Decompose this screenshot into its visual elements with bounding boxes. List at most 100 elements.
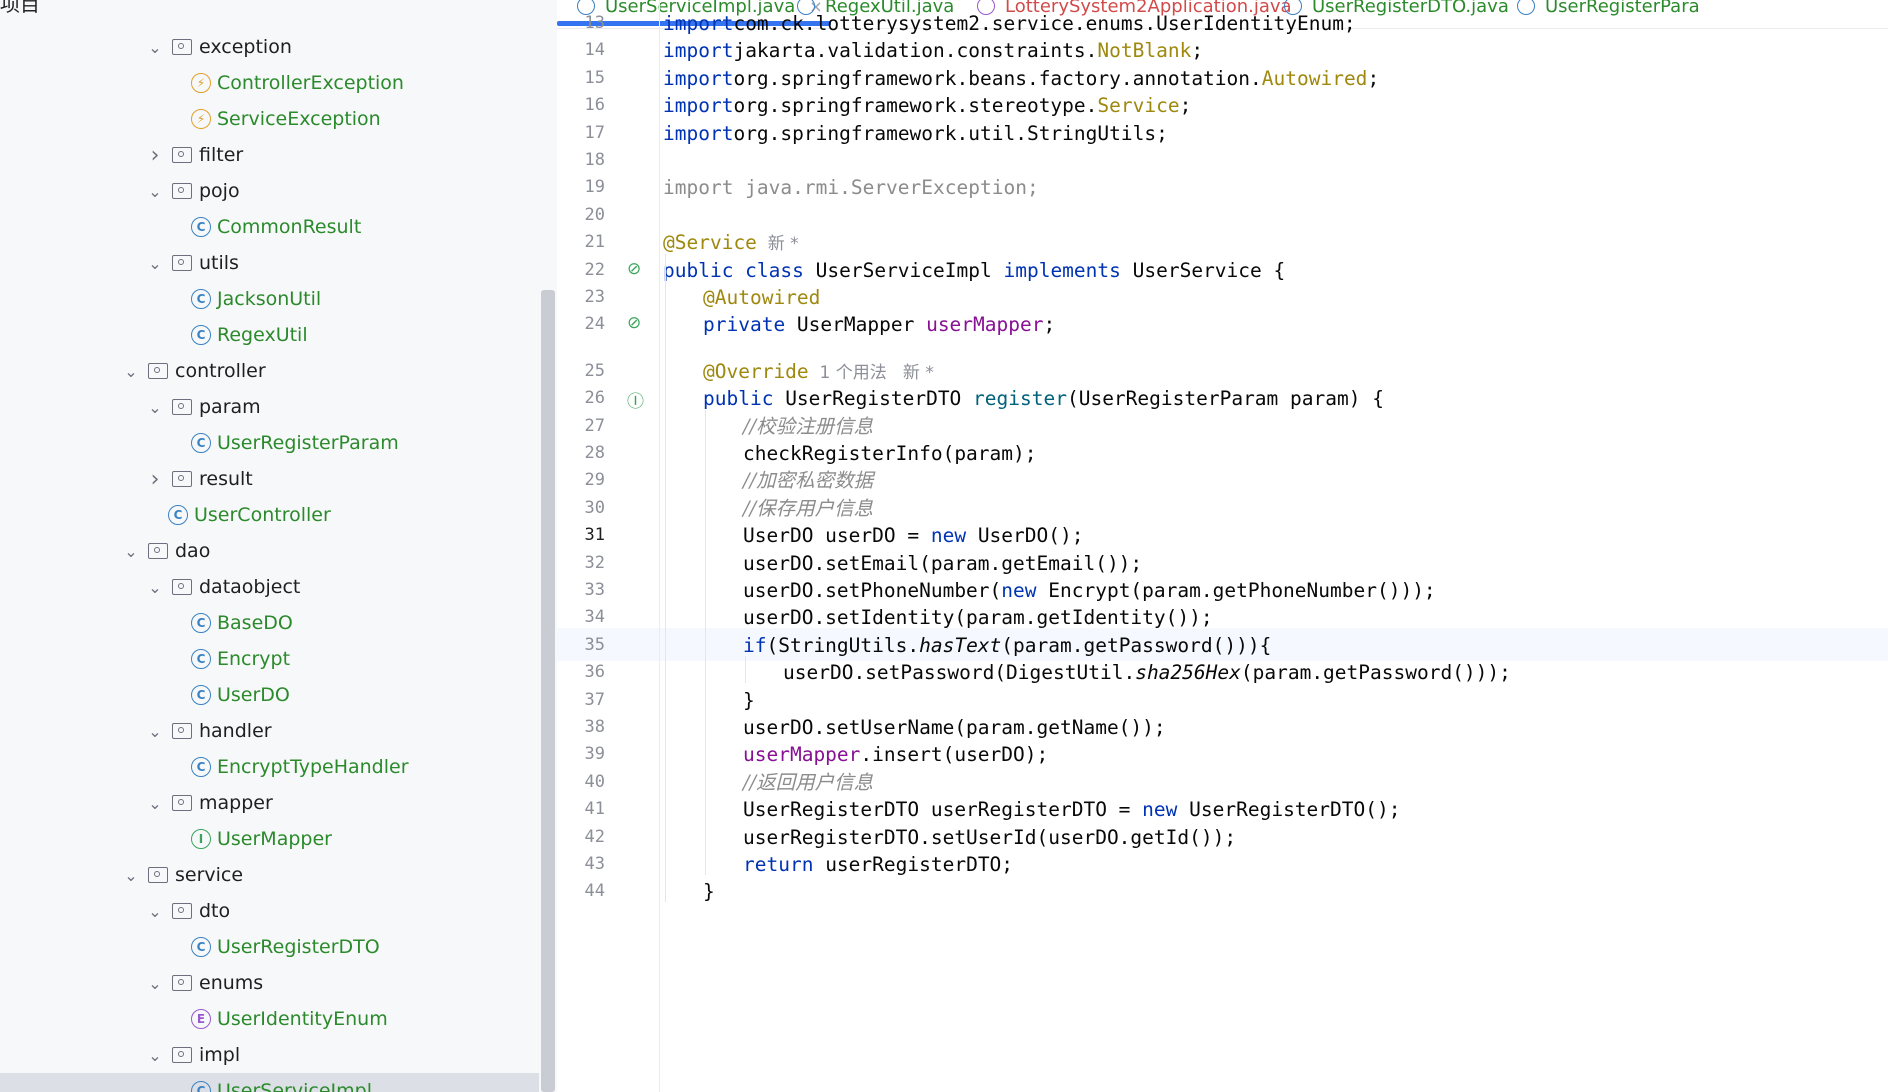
chevron-down-icon[interactable]: ⌄ — [144, 252, 166, 274]
line-number: 18 — [584, 150, 605, 170]
tree-item-label: dao — [175, 540, 211, 562]
code-line[interactable]: private UserMapper userMapper; — [703, 308, 1055, 341]
tree-folder-filter[interactable]: › filter — [0, 137, 557, 173]
editor-tab-4[interactable]: UserRegisterPara — [1517, 0, 1700, 26]
tree-file-UserMapper[interactable]: I UserMapper — [0, 821, 557, 857]
chevron-down-icon[interactable]: ⌄ — [144, 900, 166, 922]
code-editor[interactable]: UserServiceImpl.java × RegexUtil.java Lotte… — [557, 0, 1888, 1092]
tree-file-UserServiceImpl[interactable]: C UserServiceImpl — [0, 1073, 539, 1092]
implements-method-icon[interactable]: Ⓘ — [627, 387, 644, 412]
tree-item-label: ServiceException — [217, 108, 381, 130]
tree-item-label: Encrypt — [217, 648, 291, 670]
tree-folder-service[interactable]: ⌄ service — [0, 857, 557, 893]
code-token: NotBlank — [1097, 39, 1192, 63]
tree-file-RegexUtil[interactable]: C RegexUtil — [0, 317, 557, 353]
tree-file-Encrypt[interactable]: C Encrypt — [0, 641, 557, 677]
code-token: (param.getPassword())){ — [1001, 633, 1272, 657]
code-token: UserMapper — [785, 313, 927, 337]
tree-file-UserIdentityEnum[interactable]: E UserIdentityEnum — [0, 1001, 557, 1037]
class-icon: C — [191, 685, 211, 705]
code-token: public class — [663, 258, 804, 282]
code-token: new — [930, 524, 967, 548]
code-token: userDO.setPassword(DigestUtil. — [783, 661, 1136, 685]
package-folder-icon — [148, 363, 168, 379]
line-number: 44 — [584, 881, 605, 902]
tree-folder-dto[interactable]: ⌄ dto — [0, 893, 557, 929]
tree-folder-controller[interactable]: ⌄ controller — [0, 353, 557, 389]
tree-file-UserRegisterParam[interactable]: C UserRegisterParam — [0, 425, 557, 461]
tree-folder-param[interactable]: ⌄ param — [0, 389, 557, 425]
tree-item-label: pojo — [199, 180, 240, 202]
project-tree-scrollbar[interactable] — [541, 290, 555, 1092]
code-token: ; — [1191, 39, 1204, 63]
line-number: 16 — [584, 95, 605, 116]
line-number-gutter[interactable]: 13 14 15 16 17 18 19 20 21 22 23 24 25 26 27 28 29 30 31 32… — [557, 0, 657, 1092]
package-folder-icon — [172, 975, 192, 991]
chevron-down-icon[interactable]: ⌄ — [144, 792, 166, 814]
tree-file-CommonResult[interactable]: C CommonResult — [0, 209, 557, 245]
tree-folder-impl[interactable]: ⌄ impl — [0, 1037, 557, 1073]
tree-folder-dataobject[interactable]: ⌄ dataobject — [0, 569, 557, 605]
tree-item-label: param — [199, 396, 261, 418]
spring-bean-icon[interactable]: ⊘ — [627, 313, 641, 333]
chevron-down-icon[interactable]: ⌄ — [120, 360, 142, 382]
tree-file-UserController[interactable]: C UserController — [0, 497, 557, 533]
package-folder-icon — [172, 795, 192, 811]
code-line[interactable]: import java.rmi.ServerException; — [663, 171, 1039, 204]
chevron-down-icon[interactable]: ⌄ — [144, 36, 166, 58]
chevron-right-icon[interactable]: › — [144, 143, 166, 168]
tree-folder-dao[interactable]: ⌄ dao — [0, 533, 557, 569]
tree-folder-enums[interactable]: ⌄ enums — [0, 965, 557, 1001]
code-token: checkRegisterInfo(param); — [743, 442, 1037, 465]
tree-file-EncryptTypeHandler[interactable]: C EncryptTypeHandler — [0, 749, 557, 785]
code-token: org.springframework.beans.factory.annota… — [733, 66, 1262, 90]
tree-folder-handler[interactable]: ⌄ handler — [0, 713, 557, 749]
indent-guide — [745, 656, 746, 684]
tree-file-ServiceException[interactable]: ⚡ ServiceException — [0, 101, 557, 137]
code-line[interactable]: } — [703, 875, 715, 908]
line-number: 36 — [584, 662, 605, 683]
chevron-down-icon[interactable]: ⌄ — [144, 576, 166, 598]
code-token: //保存用户信息 — [743, 496, 874, 520]
code-line[interactable]: return userRegisterDTO; — [743, 848, 1013, 881]
package-folder-icon — [172, 471, 192, 487]
tab-label: UserRegisterPara — [1545, 0, 1700, 17]
tree-item-label: mapper — [199, 792, 273, 814]
tree-file-UserDO[interactable]: C UserDO — [0, 677, 557, 713]
java-class-icon — [1517, 0, 1535, 15]
tree-file-BaseDO[interactable]: C BaseDO — [0, 605, 557, 641]
tree-folder-exception[interactable]: ⌄ exception — [0, 29, 557, 65]
chevron-down-icon[interactable]: ⌄ — [144, 396, 166, 418]
tree-folder-pojo[interactable]: ⌄ pojo — [0, 173, 557, 209]
tree-item-label: utils — [199, 252, 239, 274]
code-token: } — [703, 880, 715, 904]
chevron-down-icon[interactable]: ⌄ — [144, 180, 166, 202]
chevron-down-icon[interactable]: ⌄ — [144, 972, 166, 994]
line-number: 39 — [584, 744, 605, 765]
chevron-down-icon[interactable]: ⌄ — [120, 864, 142, 886]
project-panel-title[interactable]: 项目 — [0, 0, 40, 17]
code-line[interactable]: importorg.springframework.util.StringUti… — [663, 117, 1168, 150]
chevron-down-icon[interactable]: ⌄ — [144, 1044, 166, 1066]
gutter-divider — [659, 0, 660, 1092]
line-number: 37 — [584, 689, 605, 710]
tree-item-label: UserRegisterDTO — [217, 936, 380, 958]
spring-bean-icon[interactable]: ⊘ — [627, 259, 641, 279]
tree-file-UserRegisterDTO[interactable]: C UserRegisterDTO — [0, 929, 557, 965]
code-token: 新 * — [756, 234, 799, 255]
tree-file-JacksonUtil[interactable]: C JacksonUtil — [0, 281, 557, 317]
tree-folder-mapper[interactable]: ⌄ mapper — [0, 785, 557, 821]
chevron-right-icon[interactable]: › — [144, 467, 166, 492]
line-number: 34 — [584, 607, 605, 628]
code-line[interactable]: userDO.setPassword(DigestUtil.sha256Hex(… — [783, 656, 1511, 689]
tree-file-ControllerException[interactable]: ⚡ ControllerException — [0, 65, 557, 101]
chevron-down-icon[interactable]: ⌄ — [144, 720, 166, 742]
chevron-down-icon[interactable]: ⌄ — [120, 540, 142, 562]
code-token: .insert(userDO); — [860, 743, 1049, 767]
class-icon: C — [191, 433, 211, 453]
code-token: org.springframework.util.StringUtils; — [733, 121, 1168, 145]
tree-folder-utils[interactable]: ⌄ utils — [0, 245, 557, 281]
code-token: userDO.setEmail(param.getEmail()); — [743, 551, 1143, 575]
interface-icon: I — [191, 829, 211, 849]
tree-folder-result[interactable]: › result — [0, 461, 557, 497]
